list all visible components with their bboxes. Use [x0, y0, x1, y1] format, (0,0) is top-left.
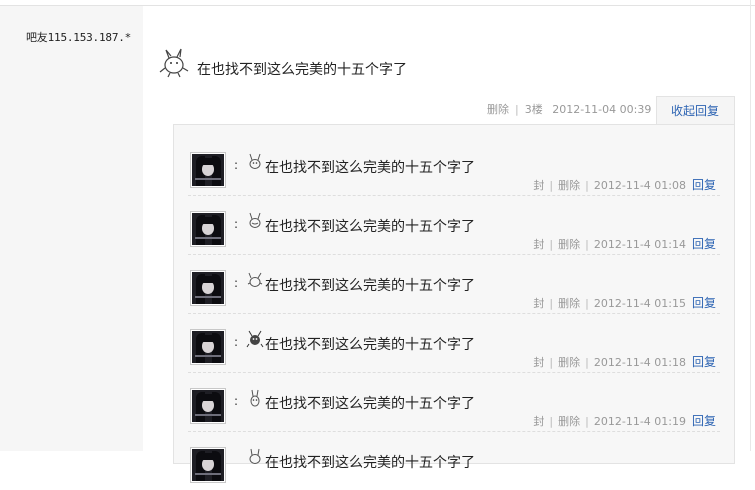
- reply-delete-link[interactable]: 删除: [558, 415, 580, 428]
- reply-delete-link[interactable]: 删除: [558, 297, 580, 310]
- reply-timestamp: 2012-11-4 01:15: [593, 297, 686, 310]
- reply-meta: 封 | 删除 | 2012-11-4 01:19 回复: [533, 414, 716, 428]
- author-sidebar: 吧友115.153.187.*: [0, 6, 143, 451]
- reply-delete-link[interactable]: 删除: [558, 238, 580, 251]
- reply-timestamp: 2012-11-4 01:19: [593, 415, 686, 428]
- reply-item: : 在也找不到这么完美的十五个字了 封 | 删除 | 2012-11-4 01:15 回复: [188, 254, 720, 314]
- reply-text: 在也找不到这么完美的十五个字了: [265, 396, 475, 412]
- reply-colon: :: [234, 276, 239, 290]
- reply-button[interactable]: 回复: [692, 414, 716, 428]
- user-avatar[interactable]: [190, 270, 226, 306]
- reply-timestamp: 2012-11-4 01:18: [593, 356, 686, 369]
- reply-meta: 封 | 删除 | 2012-11-4 01:14 回复: [533, 237, 716, 251]
- reply-colon: :: [234, 217, 239, 231]
- rabbit-emoticon-icon: [250, 389, 260, 407]
- post-content: 在也找不到这么完美的十五个字了: [197, 62, 407, 78]
- reply-meta: 封 | 删除 | 2012-11-4 01:18 回复: [533, 355, 716, 369]
- rabbit-emoticon-icon: [249, 153, 261, 169]
- post-delete-link[interactable]: 删除: [487, 103, 509, 116]
- user-avatar[interactable]: [190, 388, 226, 424]
- right-border: [750, 0, 751, 451]
- reply-timestamp: 2012-11-4 01:14: [593, 238, 686, 251]
- post-tail: 删除 | 3楼 2012-11-04 00:39: [487, 103, 652, 116]
- rabbit-emoticon-icon: [247, 272, 263, 287]
- ban-link[interactable]: 封: [533, 179, 544, 192]
- reply-text: 在也找不到这么完美的十五个字了: [265, 337, 475, 353]
- reply-button[interactable]: 回复: [692, 237, 716, 251]
- reply-text: 在也找不到这么完美的十五个字了: [265, 219, 475, 235]
- user-avatar[interactable]: [190, 329, 226, 365]
- post-timestamp: 2012-11-04 00:39: [552, 103, 652, 116]
- author-username[interactable]: 吧友115.153.187.*: [26, 29, 131, 45]
- floor-number: 3楼: [524, 103, 543, 116]
- reply-text: 在也找不到这么完美的十五个字了: [265, 160, 475, 176]
- reply-colon: :: [234, 335, 239, 349]
- reply-list: : 在也找不到这么完美的十五个字了 封 | 删除 | 2012-11-4 01:08 回复…: [173, 124, 735, 483]
- reply-button[interactable]: 回复: [692, 355, 716, 369]
- reply-item: : 在也找不到这么完美的十五个字了: [188, 431, 720, 490]
- reply-text: 在也找不到这么完美的十五个字了: [265, 455, 475, 471]
- reply-button[interactable]: 回复: [692, 178, 716, 192]
- user-avatar[interactable]: [190, 152, 226, 188]
- reply-item: : 在也找不到这么完美的十五个字了 封 | 删除 | 2012-11-4 01:08 回复: [188, 136, 720, 196]
- rabbit-emoticon-icon: [246, 330, 264, 348]
- rabbit-emoticon-icon: [159, 48, 189, 78]
- reply-meta: 封 | 删除 | 2012-11-4 01:08 回复: [533, 178, 716, 192]
- reply-item: : 在也找不到这么完美的十五个字了 封 | 删除 | 2012-11-4 01:18 回复: [188, 313, 720, 373]
- rabbit-emoticon-icon: [249, 212, 261, 228]
- reply-meta: 封 | 删除 | 2012-11-4 01:15 回复: [533, 296, 716, 310]
- ban-link[interactable]: 封: [533, 238, 544, 251]
- reply-delete-link[interactable]: 删除: [558, 356, 580, 369]
- ban-link[interactable]: 封: [533, 415, 544, 428]
- user-avatar[interactable]: [190, 447, 226, 483]
- reply-button[interactable]: 回复: [692, 296, 716, 310]
- user-avatar[interactable]: [190, 211, 226, 247]
- reply-item: : 在也找不到这么完美的十五个字了 封 | 删除 | 2012-11-4 01:19 回复: [188, 372, 720, 432]
- reply-text: 在也找不到这么完美的十五个字了: [265, 278, 475, 294]
- collapse-replies-link[interactable]: 收起回复: [671, 102, 719, 119]
- reply-colon: :: [234, 158, 239, 172]
- reply-item: : 在也找不到这么完美的十五个字了 封 | 删除 | 2012-11-4 01:14 回复: [188, 195, 720, 255]
- ban-link[interactable]: 封: [533, 356, 544, 369]
- reply-colon: :: [234, 394, 239, 408]
- ban-link[interactable]: 封: [533, 297, 544, 310]
- reply-timestamp: 2012-11-4 01:08: [593, 179, 686, 192]
- collapse-replies-tab[interactable]: 收起回复: [656, 96, 735, 124]
- reply-delete-link[interactable]: 删除: [558, 179, 580, 192]
